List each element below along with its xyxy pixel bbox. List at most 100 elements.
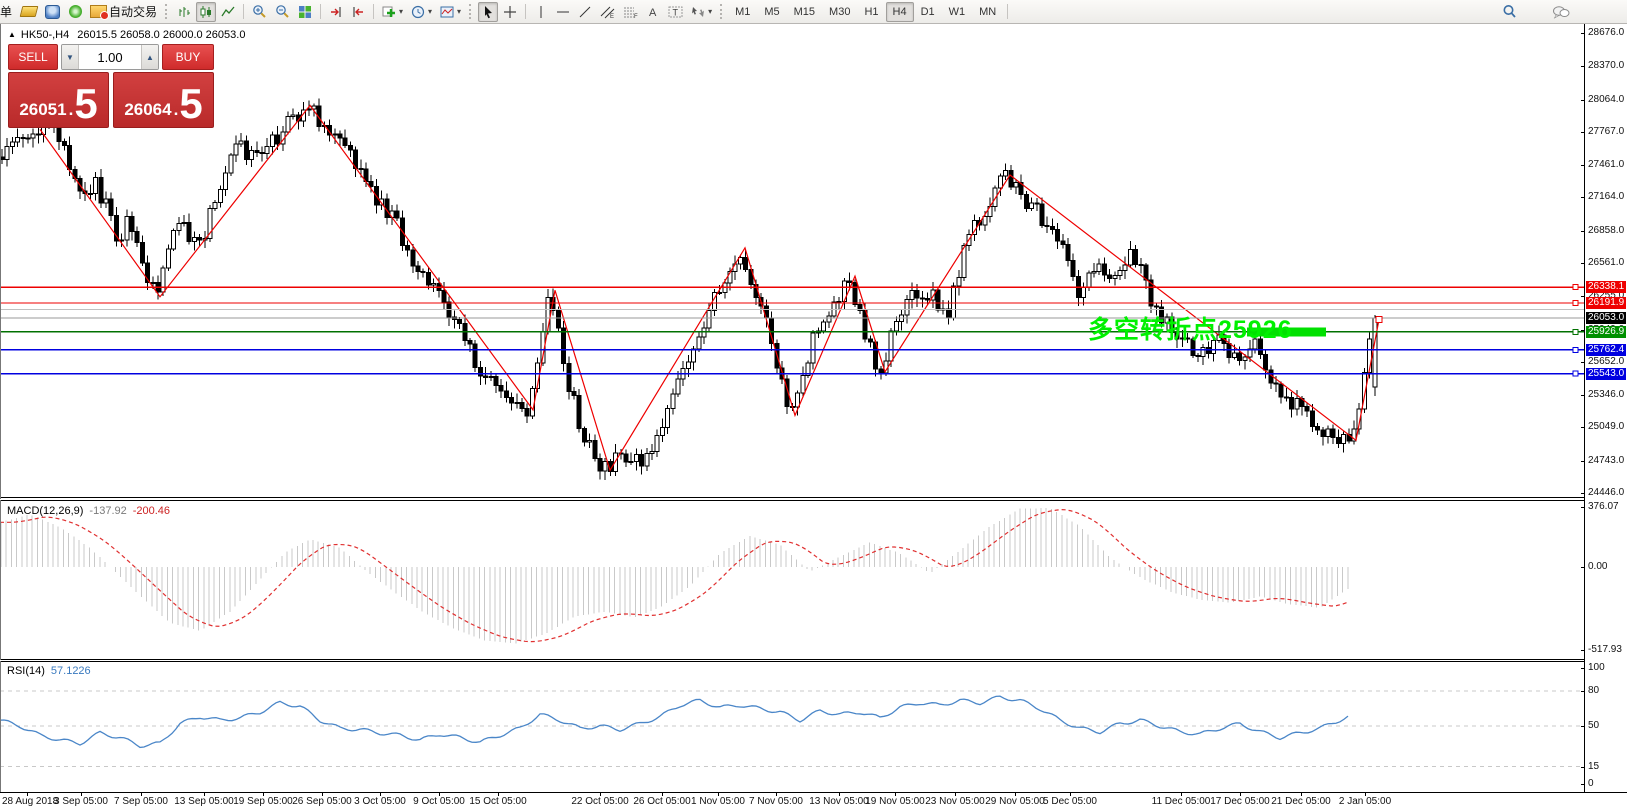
buy-price-dot: .	[173, 100, 179, 119]
axis-tick-mark	[1581, 691, 1585, 693]
symbol-period-label: HK50-,H4	[20, 29, 70, 41]
line-chart-type-button[interactable]	[218, 2, 238, 22]
horizontal-line-tool-button[interactable]	[553, 2, 573, 22]
toolbar-grip	[720, 4, 724, 19]
autotrading-button[interactable]: 自动交易	[87, 2, 160, 22]
bar-chart-type-button[interactable]	[174, 2, 194, 22]
price-tick-label: 24446.0	[1588, 486, 1625, 498]
timeframe-M15-button[interactable]: M15	[787, 2, 822, 22]
date-tick-label: 29 Nov 05:00	[985, 796, 1045, 807]
date-tick-mark	[1365, 793, 1366, 796]
cursor-icon	[484, 5, 492, 18]
zoom-in-button[interactable]	[249, 2, 270, 22]
date-tick-mark	[81, 793, 82, 796]
price-axis[interactable]: 28676.0 28370.0 28064.0 27767.0 27461.0 27164…	[1581, 23, 1627, 792]
rsi-panel-canvas[interactable]	[0, 661, 1584, 793]
timeframe-H1-button[interactable]: H1	[857, 2, 885, 22]
main-toolbar: 单 自动交易 ▾ ▾ ▾ E F A T ▾ M1 M5 M15 M30 H1 …	[0, 0, 1627, 24]
buy-price-quote[interactable]: 26064. 5	[113, 72, 214, 128]
buy-price-int: 26064	[124, 100, 172, 119]
date-tick-mark	[895, 793, 896, 796]
trendline-tool-button[interactable]	[575, 2, 595, 22]
sell-price-int: 26051	[19, 100, 67, 119]
date-tick-mark	[1181, 793, 1182, 796]
auto-scroll-button[interactable]	[326, 2, 346, 22]
bar-chart-icon	[179, 6, 191, 17]
arrows-icon	[692, 6, 705, 17]
autotrading-label: 自动交易	[109, 5, 158, 19]
price-tick-label: 27767.0	[1588, 125, 1625, 137]
vertical-line-icon	[540, 5, 542, 18]
date-tick-mark	[27, 793, 28, 796]
level-price-badge: 25926.9	[1586, 325, 1627, 338]
chart-shift-button[interactable]	[348, 2, 368, 22]
volume-decrease-button[interactable]: ▼	[62, 45, 79, 69]
timeframe-D1-button[interactable]: D1	[914, 2, 942, 22]
axis-tick-mark	[1581, 296, 1585, 298]
chevron-down-icon: ▾	[428, 7, 433, 16]
arrows-tool-button[interactable]: ▾	[688, 2, 715, 22]
candlestick-icon	[200, 5, 212, 18]
axis-tick-mark	[1581, 99, 1585, 101]
text-label-tool-button[interactable]: T	[665, 2, 686, 22]
templates-button[interactable]: ▾	[437, 2, 464, 22]
volume-increase-button[interactable]: ▲	[141, 45, 158, 69]
channel-tool-button[interactable]: E	[597, 2, 618, 22]
timeframe-H4-button[interactable]: H4	[885, 1, 914, 22]
community-chat-button[interactable]	[1549, 2, 1573, 22]
price-chart-canvas[interactable]	[0, 23, 1584, 499]
new-order-button[interactable]: 单	[0, 2, 16, 22]
indicators-button[interactable]: ▾	[379, 2, 406, 22]
periods-button[interactable]: ▾	[408, 2, 435, 22]
time-axis[interactable]: 28 Aug 2018 3 Sep 05:00 7 Sep 05:00 13 Sep …	[0, 792, 1627, 809]
volume-value[interactable]: 1.00	[79, 45, 141, 69]
timeframe-W1-button[interactable]: W1	[942, 2, 973, 22]
macd-panel-canvas[interactable]	[0, 500, 1584, 660]
axis-tick-mark	[1581, 492, 1585, 494]
date-tick-mark	[1301, 793, 1302, 796]
zoom-in-icon	[253, 5, 266, 18]
crosshair-icon	[504, 5, 517, 18]
vertical-line-tool-button[interactable]	[531, 2, 551, 22]
signals-button[interactable]	[65, 2, 85, 22]
zoom-out-button[interactable]	[272, 2, 293, 22]
timeframe-MN-button[interactable]: MN	[972, 2, 1003, 22]
crosshair-tool-button[interactable]	[500, 2, 520, 22]
fibonacci-tool-button[interactable]: F	[620, 2, 641, 22]
market-icon	[45, 4, 60, 19]
price-tick-label: 25346.0	[1588, 389, 1625, 401]
text-label-icon: T	[668, 6, 683, 17]
trendline-icon	[579, 6, 591, 17]
sell-price-quote[interactable]: 26051. 5	[8, 72, 109, 128]
timeframe-toolbar: M1 M5 M15 M30 H1 H4 D1 W1 MN	[728, 1, 1003, 22]
price-tick-label: 27461.0	[1588, 159, 1625, 171]
date-tick-label: 9 Oct 05:00	[413, 796, 465, 807]
axis-tick-mark	[1581, 33, 1585, 34]
price-tick-label: 25049.0	[1588, 421, 1625, 433]
candlestick-chart-type-button[interactable]	[196, 1, 217, 22]
text-tool-button[interactable]: A	[643, 2, 663, 22]
search-button[interactable]	[1499, 2, 1520, 22]
chart-shift-icon	[353, 6, 364, 17]
timeframe-M1-button[interactable]: M1	[728, 2, 757, 22]
collapse-panel-icon[interactable]: ▲	[8, 30, 16, 39]
svg-text:F: F	[634, 14, 638, 19]
macd-signal-value: -200.46	[132, 505, 171, 517]
macd-axis-label: 376.07	[1588, 500, 1619, 512]
chart-window: ▲ HK50-,H4 26015.5 26058.0 26000.0 26053.0…	[0, 23, 1627, 809]
axis-tick-mark	[1581, 726, 1585, 727]
axis-tick-mark	[1581, 427, 1585, 429]
template-icon	[440, 6, 454, 17]
buy-button[interactable]: BUY	[162, 44, 214, 70]
autotrading-icon	[90, 5, 109, 20]
cursor-tool-button[interactable]	[478, 1, 499, 22]
text-icon: A	[649, 7, 657, 19]
tile-windows-button[interactable]	[295, 2, 315, 22]
sell-button[interactable]: SELL	[8, 44, 58, 70]
date-tick-label: 13 Sep 05:00	[174, 796, 234, 807]
turning-point-annotation: 多空转折点25926	[1088, 316, 1293, 344]
metaeditor-button[interactable]	[18, 2, 40, 22]
timeframe-M5-button[interactable]: M5	[757, 2, 786, 22]
market-button[interactable]	[42, 2, 63, 22]
timeframe-M30-button[interactable]: M30	[822, 2, 857, 22]
